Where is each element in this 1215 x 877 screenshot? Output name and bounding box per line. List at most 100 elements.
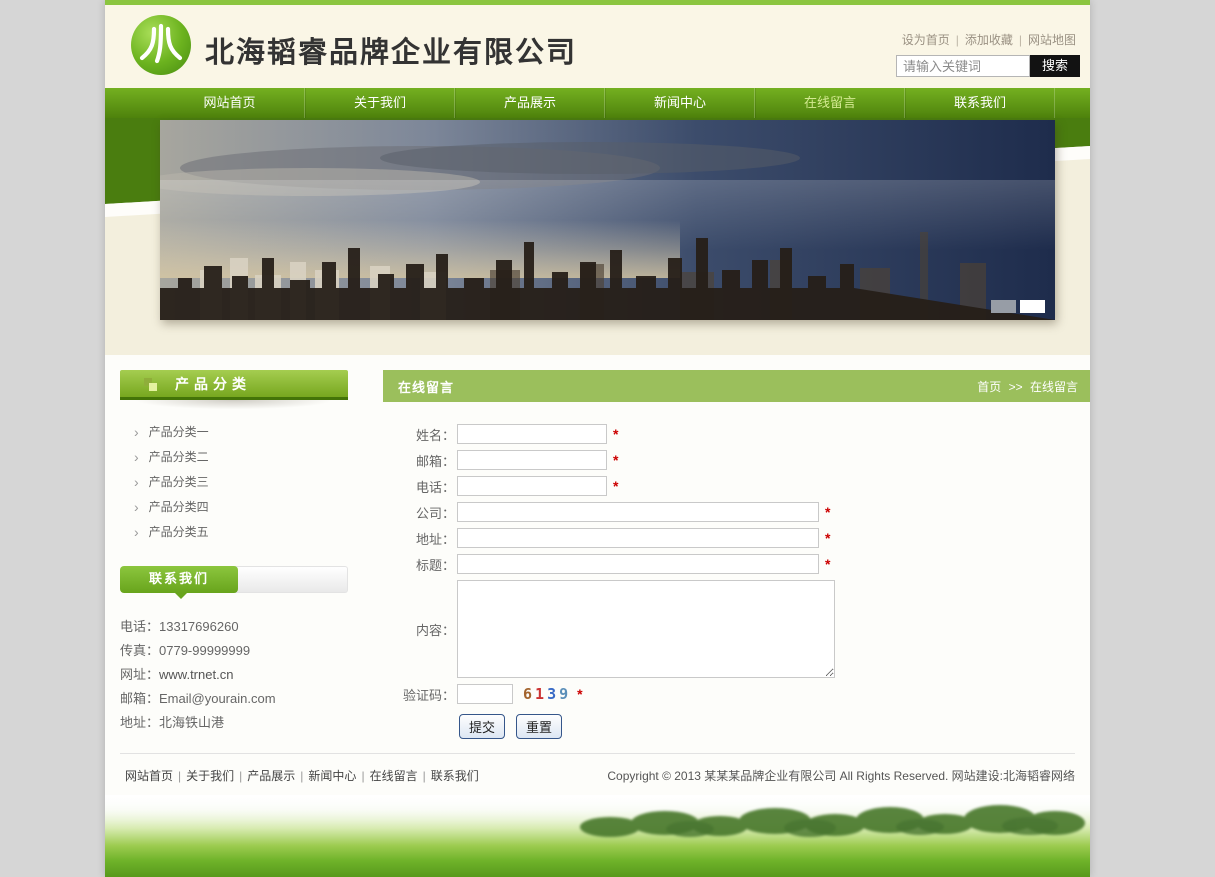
contact-label: 地址： (120, 715, 159, 730)
field-label: 邮箱： (383, 451, 455, 470)
category-item[interactable]: ›产品分类一 (120, 419, 348, 444)
search-button[interactable]: 搜索 (1030, 55, 1080, 77)
category-item[interactable]: ›产品分类五 (120, 519, 348, 544)
captcha-digit: 3 (547, 685, 559, 703)
separator: | (300, 769, 303, 783)
required-asterisk: * (825, 504, 830, 520)
field-control: * (457, 554, 830, 574)
field-control: * (457, 476, 618, 496)
contact-value: Email@yourain.com (159, 691, 276, 706)
form-row-company: 公司： * (383, 502, 1090, 522)
reset-button[interactable]: 重置 (516, 714, 562, 739)
nav-item[interactable]: 产品展示 (455, 88, 605, 118)
required-asterisk: * (825, 530, 830, 546)
section-title: 在线留言 (398, 377, 454, 396)
separator: | (423, 769, 426, 783)
breadcrumb-current: 在线留言 (1030, 380, 1078, 394)
main-nav: 网站首页关于我们产品展示新闻中心在线留言联系我们 (105, 88, 1090, 118)
header-top-link[interactable]: 网站地图 (1028, 33, 1076, 47)
form-row-address: 地址：* (383, 528, 1090, 548)
company-logo-icon (129, 13, 193, 77)
category-header-shadow (120, 400, 348, 413)
form-row-name: 姓名：* (383, 424, 1090, 444)
slider-dot[interactable] (991, 300, 1016, 313)
contact-line: 网址：www.trnet.cn (120, 663, 348, 687)
form-row-phone: 电话：* (383, 476, 1090, 496)
company-input[interactable] (457, 502, 819, 522)
product-category-header: 产品分类 (120, 370, 348, 400)
message-form: 姓名：*邮箱：*电话：*公司：*地址：*标题：*内容：验证码：6139* 提交 … (383, 402, 1090, 739)
category-label: 产品分类三 (149, 473, 209, 490)
contact-link[interactable]: www.trnet.cn (159, 667, 233, 682)
page-title: 北海韬睿品牌企业有限公司 (205, 29, 577, 71)
contact-us-tab[interactable]: 联系我们 (120, 566, 238, 593)
search-box: 搜索 (896, 55, 1080, 77)
banner-section (105, 118, 1090, 355)
copyright-text: Copyright © 2013 某某某品牌企业有限公司 All Rights … (607, 767, 1075, 795)
category-label: 产品分类五 (149, 523, 209, 540)
slider-dot[interactable] (1020, 300, 1045, 313)
contact-info: 电话：13317696260传真：0779-99999999网址：www.trn… (120, 615, 348, 735)
form-row-content: 内容： (383, 580, 1090, 678)
search-input[interactable] (896, 55, 1030, 77)
field-label: 姓名： (383, 425, 455, 444)
submit-button[interactable]: 提交 (459, 714, 505, 739)
phone-input[interactable] (457, 476, 607, 496)
nav-item[interactable]: 网站首页 (155, 88, 305, 118)
nav-item[interactable]: 关于我们 (305, 88, 455, 118)
subject-input[interactable] (457, 554, 819, 574)
name-input[interactable] (457, 424, 607, 444)
footer-link[interactable]: 产品展示 (247, 769, 295, 783)
footer-link[interactable]: 关于我们 (186, 769, 234, 783)
message-form-fields: 姓名：*邮箱：*电话：*公司：*地址：*标题：*内容：验证码：6139* (383, 424, 1090, 704)
address-input[interactable] (457, 528, 819, 548)
nav-item[interactable]: 联系我们 (905, 88, 1055, 118)
field-label: 内容： (383, 620, 455, 639)
captcha-input[interactable] (457, 684, 513, 704)
nav-item[interactable]: 新闻中心 (605, 88, 755, 118)
email-input[interactable] (457, 450, 607, 470)
chevron-right-icon: › (134, 425, 139, 439)
separator: | (239, 769, 242, 783)
contact-value: 0779-99999999 (159, 643, 250, 658)
contact-line: 邮箱：Email@yourain.com (120, 687, 348, 711)
separator: | (361, 769, 364, 783)
chevron-right-icon: › (134, 500, 139, 514)
product-category-list: ›产品分类一›产品分类二›产品分类三›产品分类四›产品分类五 (120, 419, 348, 544)
header-top-link[interactable]: 设为首页 (902, 33, 950, 47)
squares-icon (144, 378, 158, 392)
category-item[interactable]: ›产品分类二 (120, 444, 348, 469)
contact-widget: 联系我们 电话：13317696260传真：0779-99999999网址：ww… (120, 566, 348, 735)
content-area: 产品分类 ›产品分类一›产品分类二›产品分类三›产品分类四›产品分类五 联系我们… (105, 355, 1090, 753)
field-control: * (457, 502, 830, 522)
site-header: 北海韬睿品牌企业有限公司 设为首页|添加收藏|网站地图 搜索 (105, 5, 1090, 88)
captcha-digit: 6 (523, 685, 535, 703)
nav-item[interactable]: 在线留言 (755, 88, 905, 118)
form-row-email: 邮箱：* (383, 450, 1090, 470)
contact-line: 地址：北海铁山港 (120, 711, 348, 735)
captcha-digit: 9 (559, 685, 571, 703)
main-panel: 在线留言 首页 >> 在线留言 姓名：*邮箱：*电话：*公司：*地址：*标题：*… (383, 370, 1090, 753)
sidebar: 产品分类 ›产品分类一›产品分类二›产品分类三›产品分类四›产品分类五 联系我们… (120, 370, 348, 753)
required-asterisk: * (825, 556, 830, 572)
footer-link[interactable]: 在线留言 (370, 769, 418, 783)
header-top-link[interactable]: 添加收藏 (965, 33, 1013, 47)
category-item[interactable]: ›产品分类四 (120, 494, 348, 519)
separator: | (1019, 33, 1022, 47)
field-label: 公司： (383, 503, 455, 522)
grass-footer-image (105, 795, 1090, 877)
content-textarea[interactable] (457, 580, 835, 678)
breadcrumb-separator: >> (1009, 380, 1023, 394)
contact-label: 电话： (120, 619, 159, 634)
contact-value: 13317696260 (159, 619, 239, 634)
footer-links: 网站首页|关于我们|产品展示|新闻中心|在线留言|联系我们 (120, 767, 484, 795)
banner-slider-dots (991, 300, 1045, 313)
footer-link[interactable]: 联系我们 (431, 769, 479, 783)
category-item[interactable]: ›产品分类三 (120, 469, 348, 494)
required-asterisk: * (613, 478, 618, 494)
captcha-code: 6139 (523, 685, 571, 703)
footer-link[interactable]: 网站首页 (125, 769, 173, 783)
footer-link[interactable]: 新闻中心 (308, 769, 356, 783)
field-control: 6139* (457, 684, 583, 704)
breadcrumb-home-link[interactable]: 首页 (977, 380, 1001, 394)
